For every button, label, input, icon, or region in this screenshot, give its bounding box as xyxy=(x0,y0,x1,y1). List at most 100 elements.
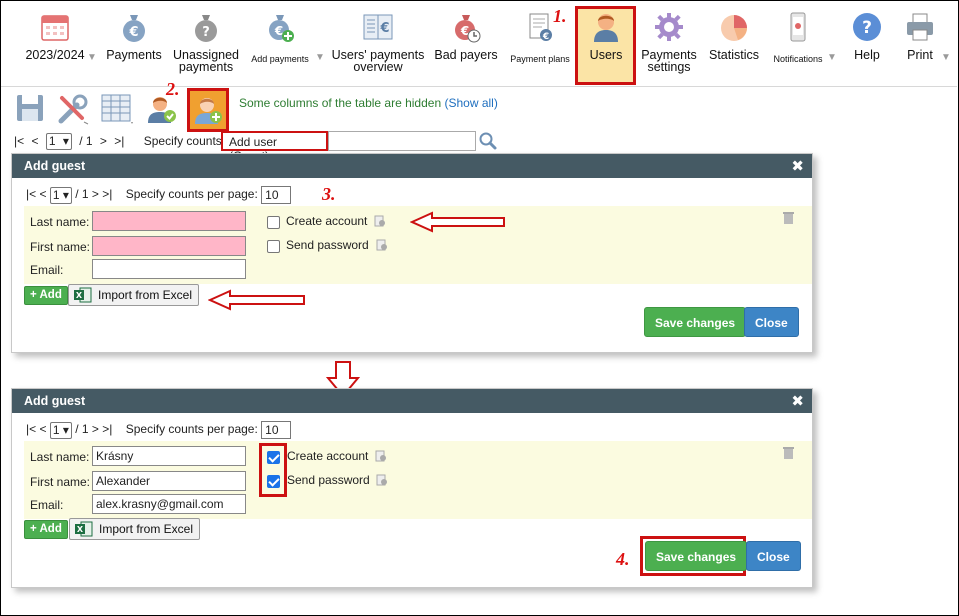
money-bag-euro-icon: € xyxy=(118,11,150,43)
info-icon[interactable] xyxy=(376,474,388,486)
help-icon: ? xyxy=(851,11,883,43)
dialog-title: Add guest xyxy=(24,159,86,173)
page-select[interactable]: 1 ▾ xyxy=(45,133,72,150)
email-input[interactable] xyxy=(92,259,246,279)
dialog-pager: |< < 1 ▾ / 1 > >| Specify counts per pag… xyxy=(26,186,292,204)
pager-first[interactable]: |< xyxy=(14,134,24,148)
import-from-excel-button[interactable]: X Import from Excel xyxy=(69,518,201,540)
add-button[interactable]: + Add xyxy=(24,286,68,305)
pager-prev[interactable]: < xyxy=(39,187,46,201)
step-4-annotation: 4. xyxy=(616,549,630,569)
toolbar-help[interactable]: ? Help xyxy=(847,11,887,83)
info-icon[interactable] xyxy=(375,450,387,462)
send-password-checkbox[interactable] xyxy=(267,475,280,488)
pager-total: / 1 xyxy=(79,133,93,148)
save-changes-button[interactable]: Save changes xyxy=(645,541,748,571)
create-account-checkbox[interactable] xyxy=(267,216,280,229)
email-label: Email: xyxy=(30,498,64,512)
counts-per-page-label: Specify counts per page: xyxy=(125,422,258,437)
svg-text:?: ? xyxy=(202,25,210,40)
save-icon[interactable] xyxy=(14,92,48,126)
add-user-guest-icon[interactable] xyxy=(192,94,226,128)
first-name-label: First name: xyxy=(30,240,91,254)
toolbar-help-label: Help xyxy=(854,48,880,62)
search-input[interactable] xyxy=(328,131,476,151)
trash-icon[interactable] xyxy=(782,210,795,224)
page-select[interactable]: 1 ▾ xyxy=(49,186,72,204)
pager-last[interactable]: >| xyxy=(102,422,112,436)
trash-icon[interactable] xyxy=(782,445,795,459)
dialog-header: Add guest ✖ xyxy=(12,389,812,413)
main-toolbar: 2023/2024 ▼ € Payments ? Unassigned paym… xyxy=(1,1,957,87)
document-euro-icon: € xyxy=(524,11,556,43)
page-select[interactable]: 1 ▾ xyxy=(49,421,72,439)
arrow-left-icon xyxy=(208,289,305,311)
toolbar-print[interactable]: Print xyxy=(901,11,939,83)
last-name-label: Last name: xyxy=(30,215,90,229)
toolbar-payments[interactable]: € Payments xyxy=(105,11,163,83)
last-name-input[interactable] xyxy=(92,211,246,231)
columns-icon[interactable] xyxy=(100,92,134,126)
chevron-down-icon[interactable]: ▼ xyxy=(87,52,97,63)
close-icon[interactable]: ✖ xyxy=(791,392,804,410)
pager-last[interactable]: >| xyxy=(114,134,124,148)
svg-text:€: € xyxy=(379,21,389,36)
toolbar-payments-settings[interactable]: Payments settings xyxy=(639,11,699,83)
toolbar-users-payments-overview-label: Users' payments overview xyxy=(331,48,425,74)
tools-icon[interactable] xyxy=(56,92,90,126)
list-pager: |< < 1 ▾ / 1 > >| Specify counts xyxy=(14,133,226,150)
chevron-down-icon[interactable]: ▼ xyxy=(827,52,837,63)
info-icon[interactable] xyxy=(376,239,388,251)
toolbar-bad-payers[interactable]: € Bad payers xyxy=(433,11,499,83)
toolbar-add-payments[interactable]: € Add payments xyxy=(249,11,311,83)
pager-first[interactable]: |< xyxy=(26,187,36,201)
pager-next[interactable]: > xyxy=(92,187,99,201)
excel-icon: X xyxy=(74,287,92,303)
create-account-checkbox[interactable] xyxy=(267,451,280,464)
guest-form-row: Last name: First name: Email: Create acc… xyxy=(24,206,812,284)
toolbar-notifications[interactable]: Notifications xyxy=(769,11,827,83)
toolbar-bad-payers-label: Bad payers xyxy=(434,48,498,62)
pager-total: / 1 xyxy=(75,422,89,437)
counts-per-page-input[interactable]: 10 xyxy=(261,421,292,439)
search-icon[interactable] xyxy=(478,131,498,151)
toolbar-users[interactable]: Users xyxy=(577,11,635,83)
toolbar-notifications-label: Notifications xyxy=(773,54,823,64)
send-password-label: Send password xyxy=(287,473,370,487)
close-button[interactable]: Close xyxy=(744,307,799,337)
send-password-checkbox[interactable] xyxy=(267,240,280,253)
pager-last[interactable]: >| xyxy=(102,187,112,201)
step-3-annotation: 3. xyxy=(322,184,336,204)
show-all-link[interactable]: (Show all) xyxy=(444,96,497,110)
hidden-columns-text: Some columns of the table are hidden xyxy=(239,96,442,110)
toolbar-statistics[interactable]: Statistics xyxy=(705,11,763,83)
pager-next[interactable]: > xyxy=(92,422,99,436)
toolbar-unassigned-payments[interactable]: ? Unassigned payments xyxy=(171,11,241,83)
save-changes-button[interactable]: Save changes xyxy=(644,307,747,337)
toolbar-year[interactable]: 2023/2024 xyxy=(25,11,85,83)
close-button[interactable]: Close xyxy=(746,541,801,571)
first-name-input[interactable] xyxy=(92,236,246,256)
chevron-down-icon[interactable]: ▼ xyxy=(315,52,325,63)
info-icon[interactable] xyxy=(374,215,386,227)
pager-first[interactable]: |< xyxy=(26,422,36,436)
pager-next[interactable]: > xyxy=(100,134,107,148)
money-bag-question-icon: ? xyxy=(190,11,222,43)
close-icon[interactable]: ✖ xyxy=(791,157,804,175)
email-input[interactable]: alex.krasny@gmail.com xyxy=(92,494,246,514)
ledger-euro-icon: € xyxy=(362,11,394,43)
pager-prev[interactable]: < xyxy=(39,422,46,436)
counts-per-page-input[interactable]: 10 xyxy=(261,186,292,204)
add-guest-dialog-empty: Add guest ✖ |< < 1 ▾ / 1 > >| Specify co… xyxy=(11,153,813,353)
toolbar-users-label: Users xyxy=(589,48,623,62)
add-button[interactable]: + Add xyxy=(24,520,68,539)
import-from-excel-button[interactable]: X Import from Excel xyxy=(68,284,200,306)
pager-prev[interactable]: < xyxy=(31,134,38,148)
first-name-input[interactable]: Alexander xyxy=(92,471,246,491)
toolbar-statistics-label: Statistics xyxy=(708,48,759,62)
step-1-annotation: 1. xyxy=(553,6,567,26)
last-name-input[interactable]: Krásny xyxy=(92,446,246,466)
toolbar-users-payments-overview[interactable]: € Users' payments overview xyxy=(331,11,425,83)
toolbar-print-label: Print xyxy=(907,48,933,62)
chevron-down-icon[interactable]: ▼ xyxy=(941,52,951,63)
